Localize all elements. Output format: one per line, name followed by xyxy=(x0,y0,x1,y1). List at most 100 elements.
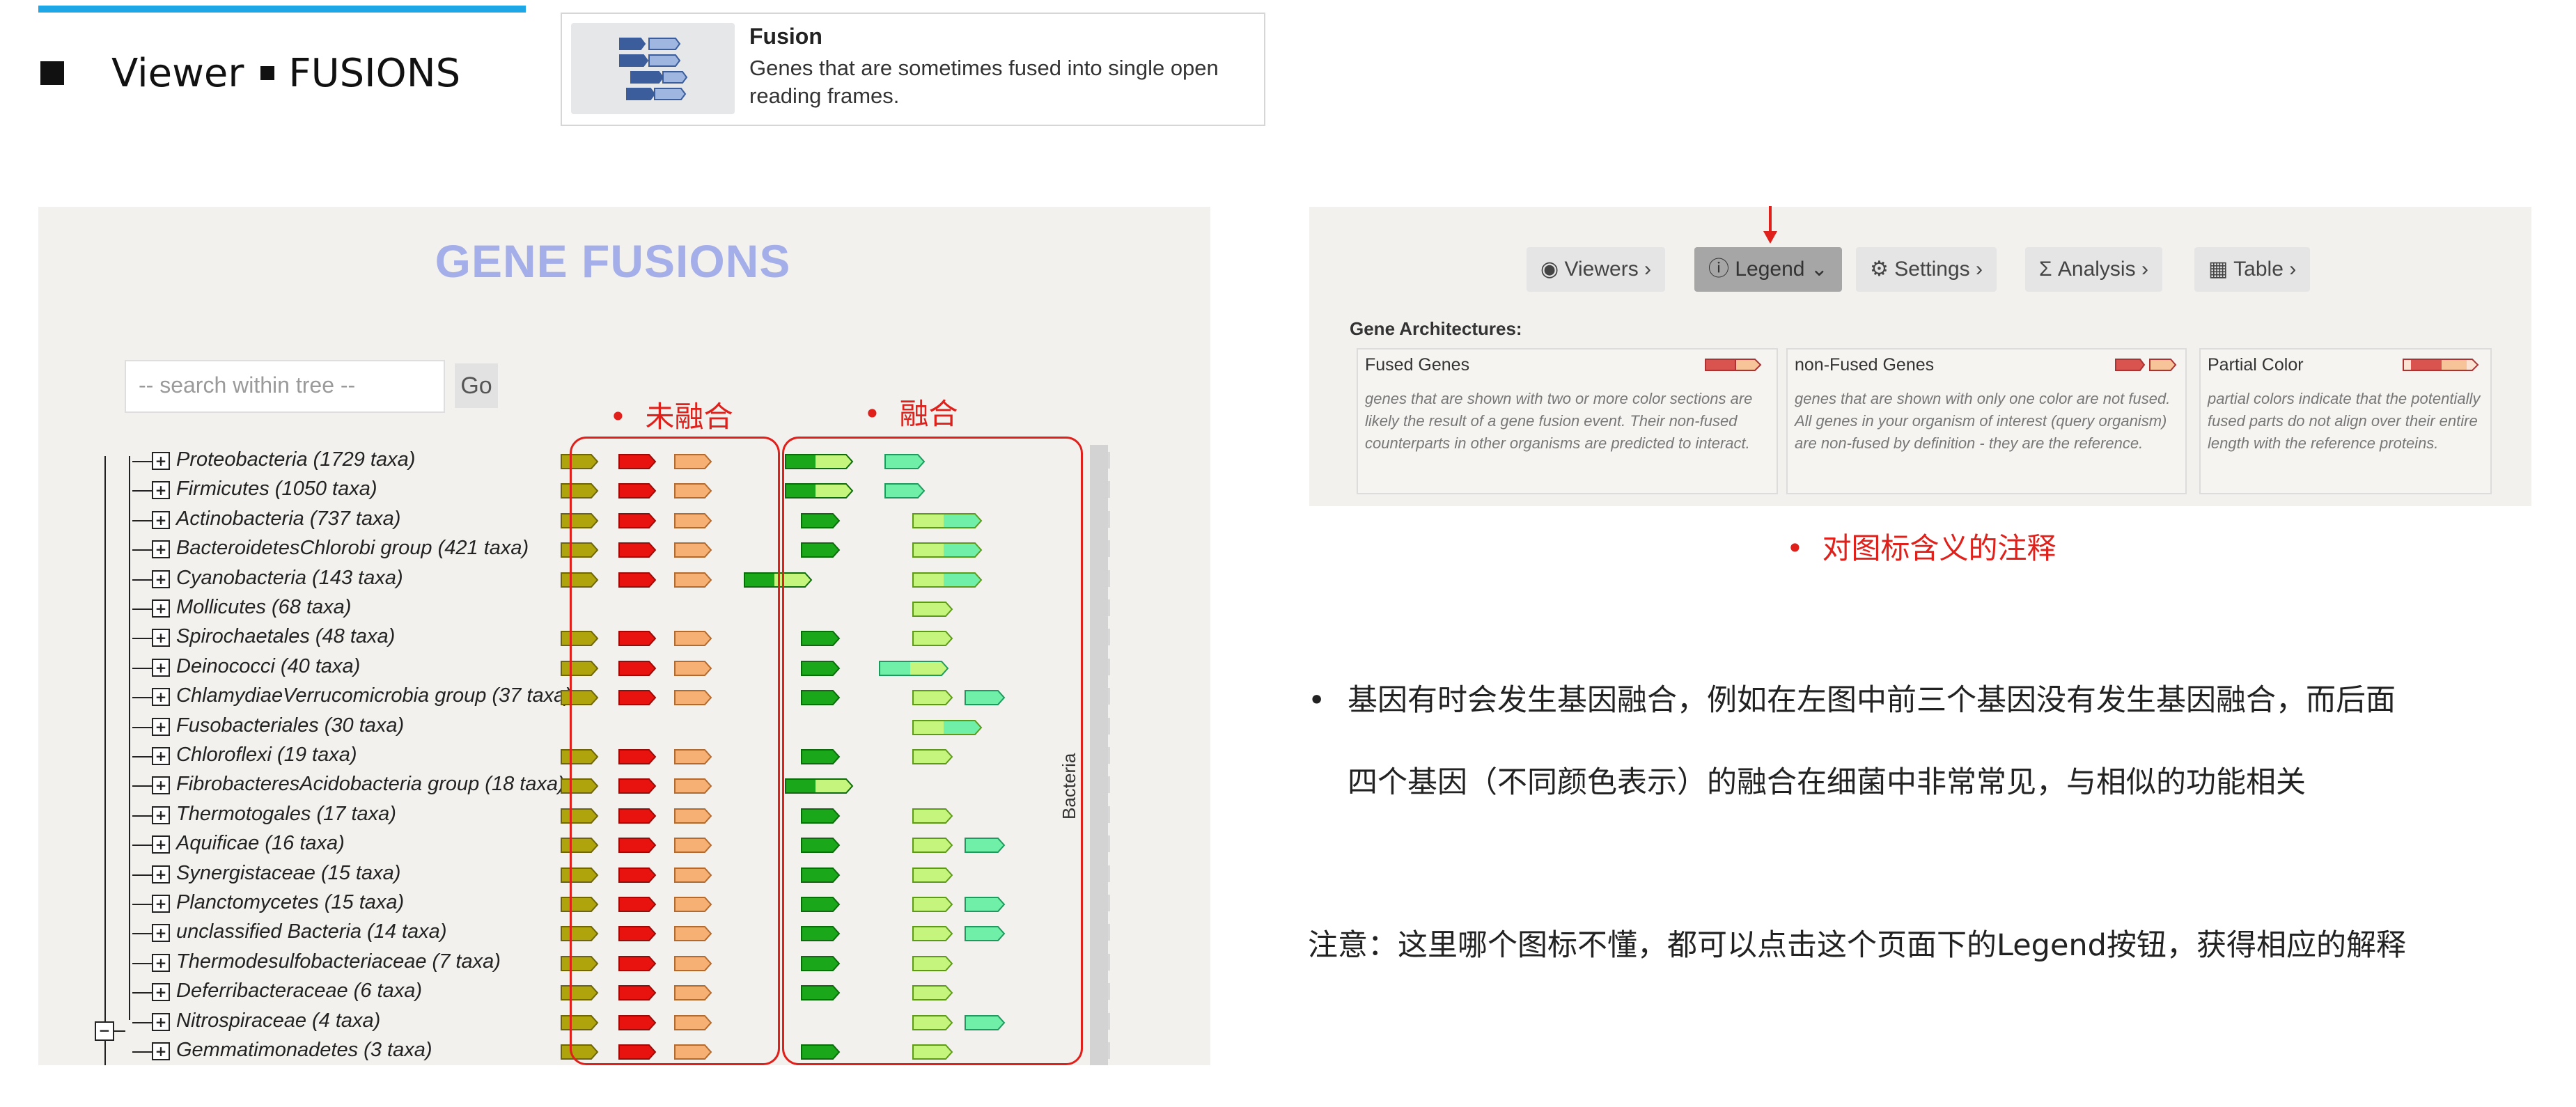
expand-node-icon[interactable]: + xyxy=(152,924,170,943)
expand-node-icon[interactable]: + xyxy=(152,452,170,470)
viewers-button[interactable]: ◉ Viewers › xyxy=(1527,247,1666,292)
expand-node-icon[interactable]: + xyxy=(152,1012,170,1031)
tree-line xyxy=(132,933,152,935)
taxa-label: Actinobacteria (737 taxa) xyxy=(176,507,401,530)
tree-line xyxy=(132,785,152,787)
expand-node-icon[interactable]: + xyxy=(152,983,170,1002)
taxa-label: Aquificae (16 taxa) xyxy=(176,832,345,855)
sigma-icon: Σ xyxy=(2039,258,2052,281)
tree-line xyxy=(132,490,152,492)
tree-line xyxy=(132,579,152,581)
note-bullet: • xyxy=(1308,683,1326,718)
analysis-button[interactable]: Σ Analysis › xyxy=(2025,247,2162,292)
taxa-label: Firmicutes (1050 taxa) xyxy=(176,478,377,501)
note-para2: 注意：这里哪个图标不懂，都可以点击这个页面下的Legend按钮，获得相应的解释 xyxy=(1308,928,2406,963)
tree-line xyxy=(132,667,152,669)
tree-line xyxy=(132,904,152,905)
legend-partial-color: Partial Color partial colors indicate th… xyxy=(2199,348,2492,494)
table-button[interactable]: ▦ Table › xyxy=(2194,247,2311,292)
tree-line xyxy=(132,992,152,994)
taxa-label: Fusobacteriales (30 taxa) xyxy=(176,714,405,737)
highlight-fused-box xyxy=(782,437,1083,1065)
fused-gene-icon xyxy=(1705,359,1762,371)
fusion-thumbnail-icon xyxy=(571,23,735,114)
expand-node-icon[interactable]: + xyxy=(152,510,170,529)
legend-fused-genes: Fused Genes genes that are shown with tw… xyxy=(1357,348,1778,494)
tree-line xyxy=(132,549,152,551)
taxa-label: Planctomycetes (15 taxa) xyxy=(176,891,405,913)
section-heading: Viewer FUSIONS xyxy=(111,51,461,96)
tree-line xyxy=(132,962,152,964)
expand-node-icon[interactable]: + xyxy=(152,481,170,500)
table-icon: ▦ xyxy=(2208,258,2228,281)
taxa-label: Synergistaceae (15 taxa) xyxy=(176,861,401,884)
expand-node-icon[interactable]: + xyxy=(152,747,170,765)
taxa-label: Mollicutes (68 taxa) xyxy=(176,596,352,618)
tree-line xyxy=(132,726,152,728)
expand-node-icon[interactable]: + xyxy=(152,570,170,588)
taxa-label: Deinococci (40 taxa) xyxy=(176,654,361,677)
legend-non-fused-genes: non-Fused Genes genes that are shown wit… xyxy=(1786,348,2187,494)
tree-line xyxy=(132,756,152,757)
legend-caption: • 对图标含义的注释 xyxy=(1786,531,2056,565)
gene-architectures-title: Gene Architectures: xyxy=(1350,318,1522,339)
expand-node-icon[interactable]: + xyxy=(152,1042,170,1060)
chevron-right-icon: › xyxy=(2141,258,2148,281)
go-button[interactable]: Go xyxy=(455,363,498,408)
legend-desc: genes that are shown with only one color… xyxy=(1795,390,2171,452)
expand-node-icon[interactable]: + xyxy=(152,776,170,795)
taxa-label: Thermodesulfobacteriaceae (7 taxa) xyxy=(176,950,501,973)
expand-node-icon[interactable]: + xyxy=(152,835,170,854)
gene-fusions-panel: GENE FUSIONS -- search within tree -- Go… xyxy=(38,207,1210,1065)
chevron-right-icon: › xyxy=(2289,258,2297,281)
tree-line xyxy=(132,1051,152,1053)
bacteria-bar xyxy=(1090,445,1108,1065)
expand-node-icon[interactable]: + xyxy=(152,540,170,559)
expand-node-icon[interactable]: + xyxy=(152,658,170,677)
expand-node-icon[interactable]: + xyxy=(152,717,170,736)
expand-node-icon[interactable]: + xyxy=(152,688,170,707)
taxa-label: BacteroidetesChlorobi group (421 taxa) xyxy=(176,537,529,560)
chevron-right-icon: › xyxy=(1976,258,1983,281)
taxa-label: Chloroflexi (19 taxa) xyxy=(176,744,357,766)
taxa-label: ChlamydiaeVerrucomicrobia group (37 taxa… xyxy=(176,684,572,707)
legend-panel: ◉ Viewers › ⓘ Legend ⌄ ⚙ Settings › Σ An… xyxy=(1309,207,2531,506)
taxa-label: Thermotogales (17 taxa) xyxy=(176,802,396,825)
settings-button[interactable]: ⚙ Settings › xyxy=(1856,247,1997,292)
expand-node-icon[interactable]: + xyxy=(152,629,170,647)
tree-line xyxy=(132,697,152,699)
eye-icon: ◉ xyxy=(1540,258,1559,281)
taxa-label: Spirochaetales (48 taxa) xyxy=(176,625,396,648)
gear-icon: ⚙ xyxy=(1870,258,1889,281)
red-arrow-icon xyxy=(1763,206,1777,244)
card-description: Genes that are sometimes fused into sing… xyxy=(749,56,1219,108)
legend-desc: genes that are shown with two or more co… xyxy=(1365,390,1753,452)
expand-node-icon[interactable]: + xyxy=(152,865,170,884)
tree-line xyxy=(132,845,152,847)
expand-node-icon[interactable]: + xyxy=(152,806,170,824)
gene-fusions-title: GENE FUSIONS xyxy=(435,235,791,287)
legend-button[interactable]: ⓘ Legend ⌄ xyxy=(1694,247,1842,292)
taxa-label: Cyanobacteria (143 taxa) xyxy=(176,566,403,589)
legend-desc: partial colors indicate that the potenti… xyxy=(2208,390,2481,452)
taxa-label: Gemmatimonadetes (3 taxa) xyxy=(176,1039,432,1061)
tree-line xyxy=(132,461,152,462)
highlight-unfused-box xyxy=(570,437,780,1065)
taxa-label: Deferribacteraceae (6 taxa) xyxy=(176,980,422,1003)
expand-node-icon[interactable]: + xyxy=(152,599,170,618)
non-fused-gene-icon xyxy=(2115,359,2177,371)
top-accent-bar xyxy=(38,6,526,13)
tree-line xyxy=(132,609,152,610)
search-input[interactable]: -- search within tree -- xyxy=(125,360,445,413)
label-fused: • 融合 xyxy=(864,397,958,431)
info-icon: ⓘ xyxy=(1708,258,1729,281)
expand-node-icon[interactable]: + xyxy=(152,895,170,913)
taxa-label: Proteobacteria (1729 taxa) xyxy=(176,448,416,471)
expand-node-icon[interactable]: + xyxy=(152,953,170,972)
note-para1-line2: 四个基因（不同颜色表示）的融合在细菌中非常常见，与相似的功能相关 xyxy=(1348,765,2306,800)
tree-line xyxy=(132,874,152,876)
taxa-label: unclassified Bacteria (14 taxa) xyxy=(176,920,447,943)
tree-line xyxy=(132,1021,152,1023)
tree-line xyxy=(132,638,152,640)
chevron-down-icon: ⌄ xyxy=(1810,258,1828,281)
